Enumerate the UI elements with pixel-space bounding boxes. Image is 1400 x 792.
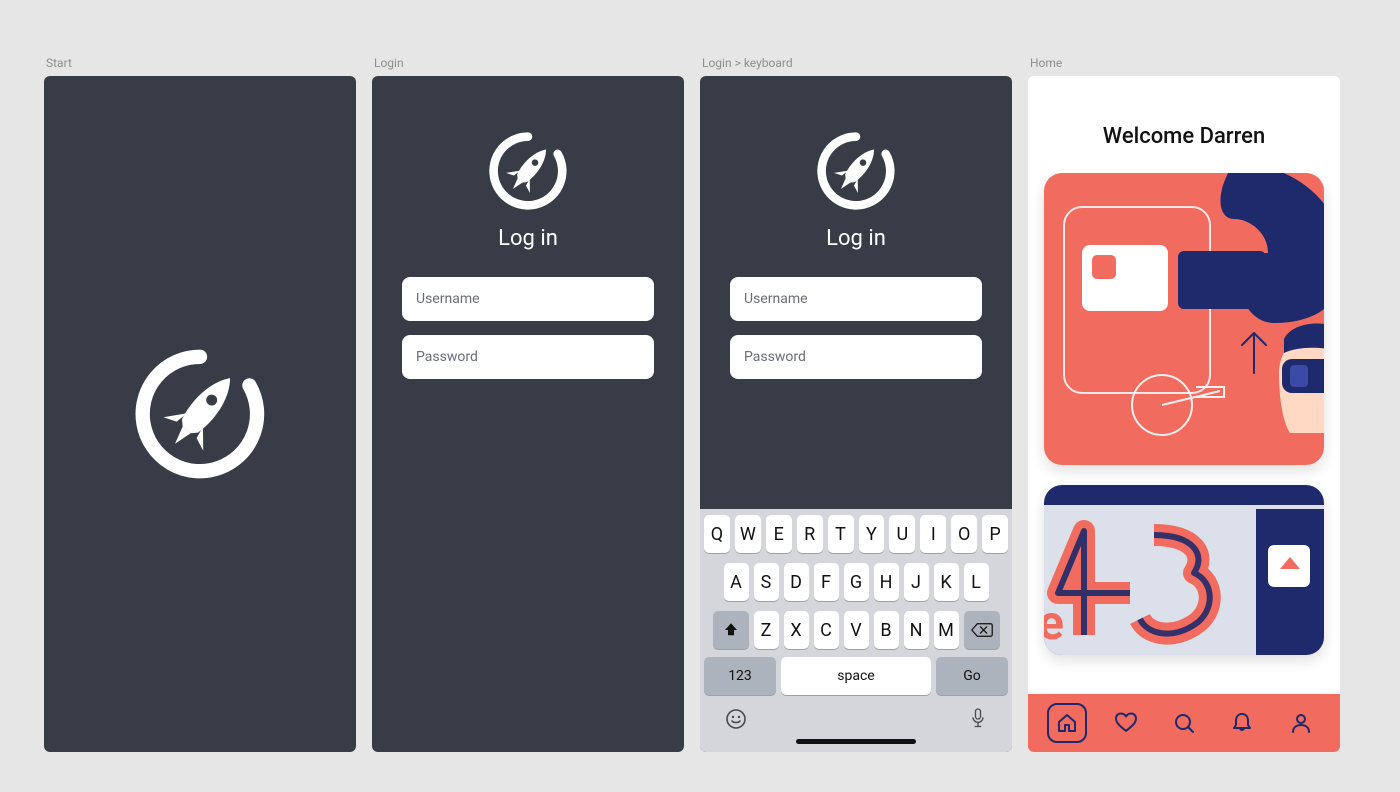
user-icon	[1289, 711, 1313, 735]
screen-label-login-keyboard: Login > keyboard	[702, 56, 1012, 70]
numbers-key[interactable]: 123	[704, 657, 776, 695]
screen-label-login: Login	[374, 56, 684, 70]
key-e[interactable]: E	[766, 515, 792, 553]
tab-alerts[interactable]	[1222, 703, 1262, 743]
app-logo	[489, 132, 567, 210]
heart-icon	[1114, 711, 1138, 735]
search-icon	[1172, 711, 1196, 735]
key-m[interactable]: M	[934, 611, 959, 649]
screen-home: Welcome Darren	[1028, 76, 1340, 752]
key-o[interactable]: O	[951, 515, 977, 553]
key-x[interactable]: X	[784, 611, 809, 649]
key-y[interactable]: Y	[859, 515, 885, 553]
tab-search[interactable]	[1164, 703, 1204, 743]
key-k[interactable]: K	[934, 563, 959, 601]
key-i[interactable]: I	[920, 515, 946, 553]
username-input[interactable]: Username	[730, 277, 982, 321]
key-b[interactable]: B	[874, 611, 899, 649]
onscreen-keyboard: QWERTYUIOP ASDFGHJKL ZXCVBNM 123 space G…	[700, 509, 1012, 752]
key-z[interactable]: Z	[754, 611, 779, 649]
tab-favorites[interactable]	[1106, 703, 1146, 743]
key-u[interactable]: U	[889, 515, 915, 553]
password-input[interactable]: Password	[730, 335, 982, 379]
screen-login: Log in Username Password	[372, 76, 684, 752]
key-n[interactable]: N	[904, 611, 929, 649]
emoji-key[interactable]	[724, 707, 748, 731]
key-h[interactable]: H	[874, 563, 899, 601]
screen-label-home: Home	[1030, 56, 1340, 70]
screen-login-keyboard: Log in Username Password QWERTYUIOP ASDF…	[700, 76, 1012, 752]
key-s[interactable]: S	[754, 563, 779, 601]
key-d[interactable]: D	[784, 563, 809, 601]
key-w[interactable]: W	[735, 515, 761, 553]
svg-text:e: e	[1044, 594, 1064, 651]
tab-home[interactable]	[1047, 703, 1087, 743]
home-indicator[interactable]	[796, 739, 916, 744]
app-logo	[817, 132, 895, 210]
key-q[interactable]: Q	[704, 515, 730, 553]
screen-start	[44, 76, 356, 752]
app-logo	[135, 349, 265, 479]
space-key[interactable]: space	[781, 657, 931, 695]
tab-bar	[1028, 694, 1340, 752]
key-g[interactable]: G	[844, 563, 869, 601]
key-v[interactable]: V	[844, 611, 869, 649]
password-input[interactable]: Password	[402, 335, 654, 379]
login-title: Log in	[498, 226, 558, 251]
go-key[interactable]: Go	[936, 657, 1008, 695]
key-c[interactable]: C	[814, 611, 839, 649]
feed-card-2[interactable]: e	[1044, 485, 1324, 655]
login-title: Log in	[826, 226, 886, 251]
bell-icon	[1230, 711, 1254, 735]
shift-key[interactable]	[713, 611, 749, 649]
backspace-key[interactable]	[964, 611, 1000, 649]
dictation-key[interactable]	[968, 707, 988, 731]
key-l[interactable]: L	[964, 563, 989, 601]
key-r[interactable]: R	[797, 515, 823, 553]
tab-profile[interactable]	[1281, 703, 1321, 743]
key-f[interactable]: F	[814, 563, 839, 601]
key-t[interactable]: T	[828, 515, 854, 553]
welcome-heading: Welcome Darren	[1028, 76, 1340, 173]
username-input[interactable]: Username	[402, 277, 654, 321]
feed-card-1[interactable]	[1044, 173, 1324, 465]
screen-label-start: Start	[46, 56, 356, 70]
key-j[interactable]: J	[904, 563, 929, 601]
home-icon	[1055, 711, 1079, 735]
key-a[interactable]: A	[724, 563, 749, 601]
key-p[interactable]: P	[982, 515, 1008, 553]
